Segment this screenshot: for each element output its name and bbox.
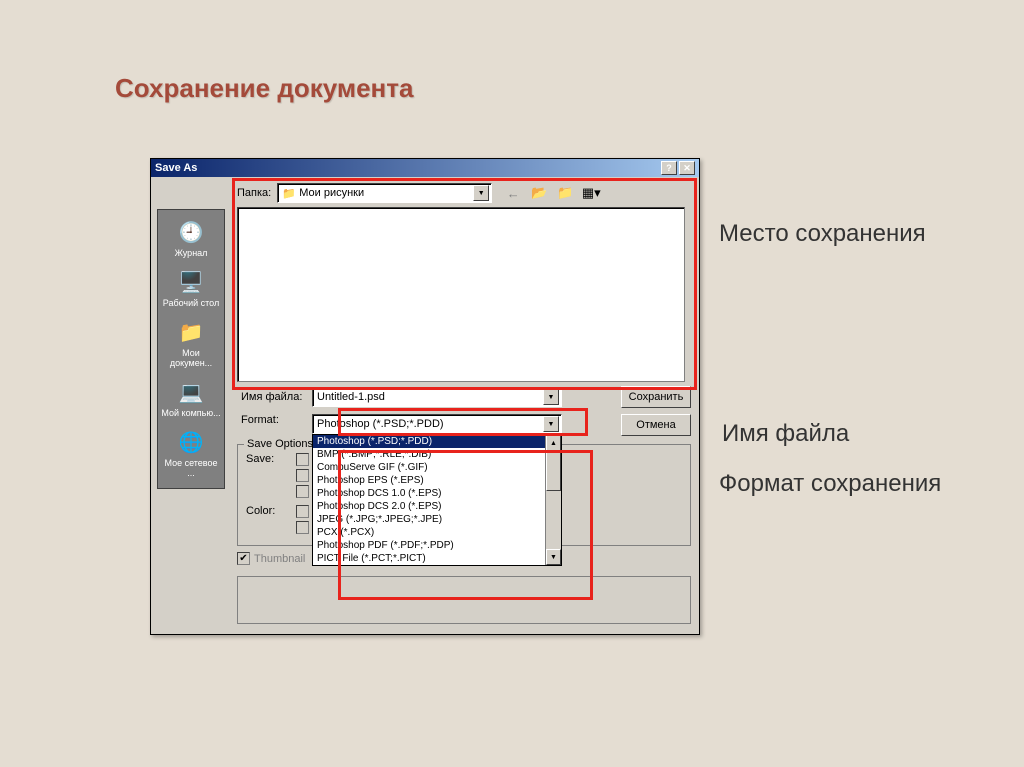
color-label: Color:	[246, 505, 296, 537]
format-list: Photoshop (*.PSD;*.PDD) BMP (*.BMP;*.RLE…	[312, 434, 562, 566]
sidebar-item-documents[interactable]: 📁 Мои докумен...	[161, 314, 221, 374]
sidebar-label: Рабочий стол	[161, 298, 221, 308]
filename-label: Имя файла:	[237, 391, 312, 403]
slide-title: Сохранение документа	[115, 73, 413, 104]
annotation-filename: Имя файла	[722, 420, 849, 448]
sidebar-item-desktop[interactable]: 🖥️ Рабочий стол	[161, 264, 221, 314]
sidebar-label: Мой компью...	[161, 408, 221, 418]
checkbox[interactable]	[296, 453, 309, 466]
help-button[interactable]: ?	[661, 161, 677, 175]
back-icon[interactable]: ←	[502, 183, 524, 203]
filename-value: Untitled-1.psd	[317, 391, 385, 403]
computer-icon: 💻	[175, 378, 207, 406]
folder-value: Мои рисунки	[299, 187, 364, 199]
sidebar-item-history[interactable]: 🕘 Журнал	[161, 214, 221, 264]
history-icon: 🕘	[175, 218, 207, 246]
folder-dropdown[interactable]: 📁 Мои рисунки ▼	[277, 183, 492, 203]
format-option[interactable]: PCX (*.PCX)	[313, 526, 561, 539]
folder-icon: 📁	[282, 187, 296, 199]
sidebar-item-network[interactable]: 🌐 Мое сетевое ...	[161, 424, 221, 484]
format-option[interactable]: Photoshop EPS (*.EPS)	[313, 474, 561, 487]
annotation-location: Место сохранения	[719, 220, 926, 248]
save-as-dialog: Save As ? ✕ 🕘 Журнал 🖥️ Рабочий стол 📁 М…	[150, 158, 700, 635]
filename-input[interactable]: Untitled-1.psd ▼	[312, 387, 562, 407]
new-folder-icon[interactable]: 📁	[554, 183, 576, 203]
options-legend: Save Options	[244, 438, 316, 450]
info-box	[237, 576, 691, 624]
format-dropdown[interactable]: Photoshop (*.PSD;*.PDD) ▼	[312, 414, 562, 434]
titlebar: Save As ? ✕	[151, 159, 699, 177]
up-folder-icon[interactable]: 📂	[528, 183, 550, 203]
close-button[interactable]: ✕	[679, 161, 695, 175]
checkbox[interactable]	[296, 485, 309, 498]
format-option[interactable]: Photoshop DCS 1.0 (*.EPS)	[313, 487, 561, 500]
format-option[interactable]: Photoshop PDF (*.PDF;*.PDP)	[313, 539, 561, 552]
desktop-icon: 🖥️	[175, 268, 207, 296]
format-option[interactable]: PICT File (*.PCT;*.PICT)	[313, 552, 561, 565]
format-label: Format:	[237, 414, 312, 436]
scroll-down-icon[interactable]: ▼	[546, 549, 561, 565]
format-option[interactable]: Photoshop (*.PSD;*.PDD)	[313, 435, 561, 448]
chevron-down-icon[interactable]: ▼	[543, 389, 559, 405]
annotation-format: Формат сохранения	[719, 470, 941, 498]
checkbox[interactable]	[296, 469, 309, 482]
format-option[interactable]: BMP (*.BMP;*.RLE;*.DIB)	[313, 448, 561, 461]
checkbox[interactable]	[296, 521, 309, 534]
folder-icon: 📁	[175, 318, 207, 346]
network-icon: 🌐	[175, 428, 207, 456]
scroll-thumb[interactable]	[546, 451, 561, 491]
thumbnail-checkbox[interactable]: ✔	[237, 552, 250, 565]
scroll-up-icon[interactable]: ▲	[546, 435, 561, 451]
format-value: Photoshop (*.PSD;*.PDD)	[317, 418, 444, 430]
places-sidebar: 🕘 Журнал 🖥️ Рабочий стол 📁 Мои докумен..…	[157, 209, 225, 489]
dialog-title: Save As	[155, 162, 197, 174]
sidebar-item-computer[interactable]: 💻 Мой компью...	[161, 374, 221, 424]
format-option[interactable]: CompuServe GIF (*.GIF)	[313, 461, 561, 474]
folder-label: Папка:	[237, 187, 271, 199]
thumbnail-label: Thumbnail	[254, 553, 305, 565]
sidebar-label: Мое сетевое ...	[161, 458, 221, 478]
format-option[interactable]: JPEG (*.JPG;*.JPEG;*.JPE)	[313, 513, 561, 526]
checkbox[interactable]	[296, 505, 309, 518]
chevron-down-icon[interactable]: ▼	[543, 416, 559, 432]
format-option[interactable]: Photoshop DCS 2.0 (*.EPS)	[313, 500, 561, 513]
save-button[interactable]: Сохранить	[621, 386, 691, 408]
sidebar-label: Мои докумен...	[161, 348, 221, 368]
chevron-down-icon[interactable]: ▼	[473, 185, 489, 201]
scrollbar[interactable]: ▲ ▼	[545, 435, 561, 565]
sidebar-label: Журнал	[161, 248, 221, 258]
cancel-button[interactable]: Отмена	[621, 414, 691, 436]
save-label: Save:	[246, 453, 296, 501]
view-menu-icon[interactable]: ▦▾	[580, 183, 602, 203]
file-list[interactable]	[237, 207, 685, 382]
